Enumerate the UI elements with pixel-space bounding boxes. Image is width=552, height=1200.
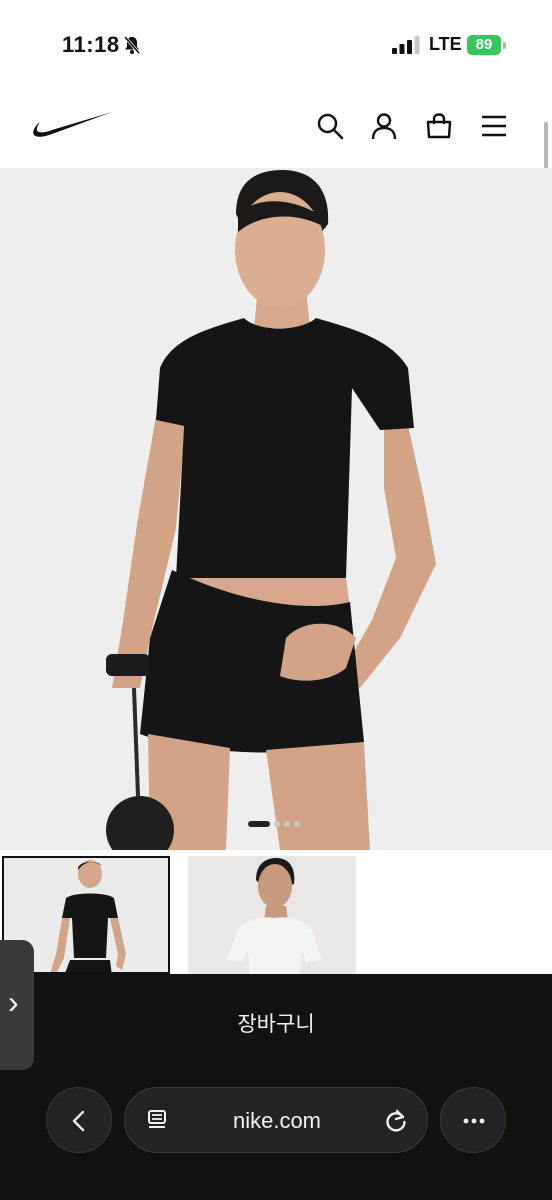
user-icon[interactable] xyxy=(370,112,398,140)
bag-icon[interactable] xyxy=(425,112,453,140)
thumbnail-image xyxy=(188,856,356,974)
carousel-dot[interactable] xyxy=(284,821,290,827)
menu-icon[interactable] xyxy=(480,112,508,140)
network-label: LTE xyxy=(429,34,462,54)
address-bar[interactable]: nike.com xyxy=(124,1087,428,1153)
product-image[interactable] xyxy=(0,168,552,850)
chevron-right-icon: › xyxy=(8,984,19,1020)
side-drawer-handle[interactable]: › xyxy=(0,940,34,1070)
search-icon[interactable] xyxy=(316,112,344,140)
bell-slash-icon xyxy=(123,36,141,54)
site-header xyxy=(0,92,552,168)
battery-level: 89 xyxy=(475,36,493,53)
more-dots-icon xyxy=(463,1118,485,1124)
carousel-dot[interactable] xyxy=(274,821,280,827)
battery-icon: 89 xyxy=(467,35,507,55)
nike-logo-icon[interactable] xyxy=(32,110,114,142)
model-illustration xyxy=(0,168,552,850)
signal-icon xyxy=(392,36,420,54)
status-bar: 11:18 LTE 89 xyxy=(0,0,552,92)
cart-button[interactable]: 장바구니 xyxy=(0,1008,552,1038)
reload-icon[interactable] xyxy=(383,1108,409,1134)
carousel-dots[interactable] xyxy=(248,820,300,828)
back-button[interactable] xyxy=(46,1087,112,1153)
chevron-left-icon xyxy=(72,1110,85,1132)
carousel-dot[interactable] xyxy=(294,821,300,827)
more-options-button[interactable] xyxy=(440,1087,506,1153)
thumbnail-white-top[interactable] xyxy=(188,856,356,974)
status-time: 11:18 xyxy=(62,32,120,57)
carousel-dot[interactable] xyxy=(248,821,270,827)
thumbnail-strip xyxy=(0,850,552,974)
